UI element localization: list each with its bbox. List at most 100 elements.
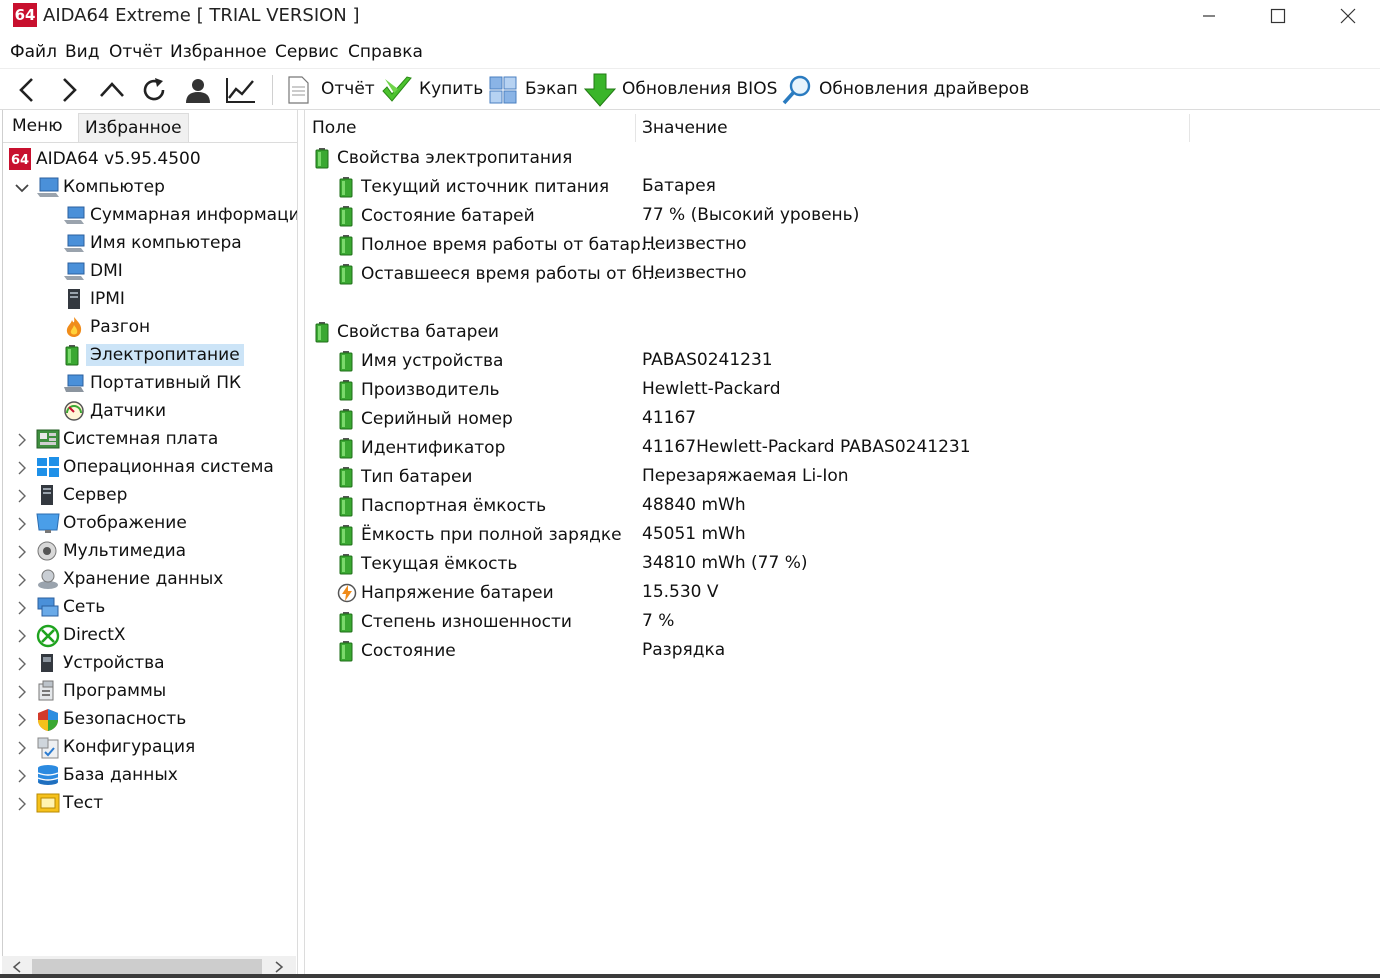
row-value: 7 % <box>642 611 675 631</box>
tree-item-category[interactable]: Безопасность <box>36 706 186 732</box>
user-button[interactable] <box>182 73 214 107</box>
tab-favorites[interactable]: Избранное <box>78 113 189 143</box>
chevron-right-icon[interactable] <box>15 656 29 671</box>
row-value: 45051 mWh <box>642 524 746 544</box>
tree-item-computer-child[interactable]: Электропитание <box>63 342 244 368</box>
tree-item-category[interactable]: Хранение данных <box>36 566 223 592</box>
tree-item-computer-child[interactable]: IPMI <box>63 286 125 312</box>
tree-item-computer-child[interactable]: DMI <box>63 258 123 284</box>
report-label[interactable]: Отчёт <box>321 79 375 99</box>
chevron-right-icon[interactable] <box>15 572 29 587</box>
tree-item-category[interactable]: Программы <box>36 678 166 704</box>
group-header[interactable]: Свойства электропитания <box>313 143 572 172</box>
table-row[interactable]: Производитель <box>337 375 500 404</box>
tree-item-category[interactable]: Тест <box>36 790 103 816</box>
table-row[interactable]: Оставшееся время работы от б... <box>337 259 658 288</box>
back-button[interactable] <box>12 73 42 107</box>
tree-item-category[interactable]: DirectX <box>36 622 126 648</box>
column-field[interactable]: Поле <box>312 118 357 138</box>
chevron-right-icon[interactable] <box>15 516 29 531</box>
menu-file[interactable]: Файл <box>10 42 57 62</box>
menu-report[interactable]: Отчёт <box>109 42 163 62</box>
tree-item-category[interactable]: Конфигурация <box>36 734 195 760</box>
tree-item-aida64-root[interactable]: 64 AIDA64 v5.95.4500 <box>9 146 201 172</box>
driver-update-label[interactable]: Обновления драйверов <box>819 79 1029 99</box>
table-row[interactable]: Состояние батарей <box>337 201 535 230</box>
chevron-right-icon[interactable] <box>15 796 29 811</box>
computer-icon <box>36 176 59 198</box>
column-divider[interactable] <box>635 114 636 142</box>
driver-update-button[interactable] <box>780 73 814 107</box>
buy-button[interactable] <box>380 73 414 107</box>
up-button[interactable] <box>96 73 128 107</box>
row-value: 41167Hewlett-Packard PABAS0241231 <box>642 437 971 457</box>
table-row[interactable]: Тип батареи <box>337 462 472 491</box>
tree-item-label: Суммарная информация <box>90 205 297 225</box>
chevron-right-icon[interactable] <box>15 684 29 699</box>
scrollbar-thumb[interactable] <box>32 959 262 975</box>
column-divider[interactable] <box>1189 114 1190 142</box>
chevron-right-icon[interactable] <box>15 712 29 727</box>
tree-item-computer[interactable]: Компьютер <box>36 174 165 200</box>
table-row[interactable]: Ёмкость при полной зарядке <box>337 520 622 549</box>
battery-icon <box>337 640 357 662</box>
backup-label[interactable]: Бэкап <box>525 79 578 99</box>
chevron-right-icon[interactable] <box>15 768 29 783</box>
chevron-right-icon[interactable] <box>15 488 29 503</box>
refresh-button[interactable] <box>138 73 170 107</box>
table-row[interactable]: Степень изношенности <box>337 607 572 636</box>
backup-button[interactable] <box>487 73 519 107</box>
table-row[interactable]: Полное время работы от батар... <box>337 230 657 259</box>
column-value[interactable]: Значение <box>642 118 728 138</box>
menu-view[interactable]: Вид <box>65 42 99 62</box>
tree-item-computer-child[interactable]: Портативный ПК <box>63 370 241 396</box>
chevron-right-icon[interactable] <box>15 600 29 615</box>
tree-item-category[interactable]: Мультимедиа <box>36 538 186 564</box>
group-header[interactable]: Свойства батареи <box>313 317 499 346</box>
chevron-right-icon[interactable] <box>15 740 29 755</box>
group-title: Свойства электропитания <box>337 147 573 168</box>
chevron-right-icon[interactable] <box>15 432 29 447</box>
tree-item-category[interactable]: Отображение <box>36 510 187 536</box>
tree-item-computer-child[interactable]: Суммарная информация <box>63 202 297 228</box>
chevron-right-icon[interactable] <box>15 628 29 643</box>
tree-item-category[interactable]: Системная плата <box>36 426 218 452</box>
scroll-left-icon <box>12 961 21 973</box>
report-button[interactable] <box>284 73 312 107</box>
bios-update-button[interactable] <box>583 73 617 107</box>
tree-item-category[interactable]: База данных <box>36 762 178 788</box>
benchmark-button[interactable] <box>224 73 258 107</box>
tree-item-computer-child[interactable]: Разгон <box>63 314 150 340</box>
tree-item-category[interactable]: Устройства <box>36 650 165 676</box>
maximize-button[interactable] <box>1255 0 1301 32</box>
bios-update-label[interactable]: Обновления BIOS <box>622 79 777 99</box>
chevron-right-icon[interactable] <box>15 544 29 559</box>
row-field: Полное время работы от батар... <box>361 234 657 255</box>
config-icon <box>36 736 59 759</box>
left-tabs: Меню Избранное <box>3 110 297 143</box>
table-row[interactable]: Паспортная ёмкость <box>337 491 546 520</box>
tree-item-computer-child[interactable]: Имя компьютера <box>63 230 242 256</box>
tree-item-category[interactable]: Сервер <box>36 482 127 508</box>
table-row[interactable]: Текущий источник питания <box>337 172 609 201</box>
tree-item-label: Компьютер <box>63 177 165 197</box>
table-row[interactable]: Состояние <box>337 636 456 665</box>
tree-item-category[interactable]: Сеть <box>36 594 105 620</box>
chevron-right-icon[interactable] <box>15 460 29 475</box>
tab-menu[interactable]: Меню <box>12 116 63 136</box>
tree-item-category[interactable]: Операционная система <box>36 454 274 480</box>
table-row[interactable]: Текущая ёмкость <box>337 549 517 578</box>
table-row[interactable]: Имя устройства <box>337 346 503 375</box>
chevron-down-icon[interactable] <box>15 180 29 194</box>
minimize-button[interactable] <box>1186 0 1232 32</box>
menu-service[interactable]: Сервис <box>275 42 339 62</box>
tree-item-computer-child[interactable]: Датчики <box>63 398 166 424</box>
table-row[interactable]: Напряжение батареи <box>337 578 554 607</box>
close-button[interactable] <box>1325 0 1371 32</box>
table-row[interactable]: Серийный номер <box>337 404 513 433</box>
table-row[interactable]: Идентификатор <box>337 433 505 462</box>
menu-favorites[interactable]: Избранное <box>170 42 267 62</box>
forward-button[interactable] <box>54 73 84 107</box>
menu-help[interactable]: Справка <box>348 42 423 62</box>
buy-label[interactable]: Купить <box>419 79 483 99</box>
